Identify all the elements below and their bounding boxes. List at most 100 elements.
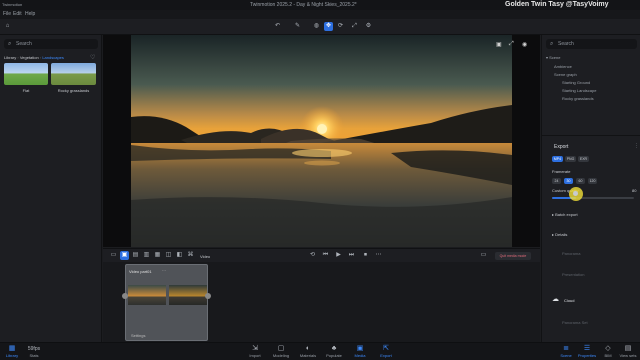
section-panorama[interactable]: Panorama — [562, 251, 580, 256]
select-icon[interactable]: ◍ — [312, 22, 321, 31]
bottom-library-button[interactable]: ▦ Library — [1, 345, 23, 358]
scene-item-rocky[interactable]: Rocky grasslands — [562, 96, 594, 101]
bottom-media-button[interactable]: ▣ Media — [349, 345, 371, 358]
more-icon[interactable]: ⋯ — [374, 251, 383, 260]
scene-item-graph[interactable]: Scene graph — [554, 72, 577, 77]
section-batch-export[interactable]: ▸ Batch export — [552, 212, 578, 217]
timeline: Video part01 ⋯ Settings — [103, 262, 540, 342]
populate-icon: ♣ — [331, 345, 337, 352]
bottom-modeling-button[interactable]: ▢ Modeling — [270, 345, 292, 358]
sequence-icon[interactable]: ▦ — [153, 251, 162, 260]
scene-search[interactable]: ⌕ Search — [546, 39, 637, 49]
bim-icon: ◇ — [605, 345, 611, 352]
bottom-populate-button[interactable]: ♣ Populate — [323, 345, 345, 358]
clip-options-icon[interactable]: ⋯ — [162, 268, 166, 273]
scene-search-placeholder: Search — [558, 41, 574, 47]
framerate-120[interactable]: 120 — [588, 178, 597, 184]
eye-icon[interactable]: ◉ — [522, 41, 527, 48]
format-tab-png[interactable]: PNG — [565, 156, 576, 162]
viewsets-icon: ▤ — [624, 345, 632, 352]
section-cloud[interactable]: Cloud — [564, 298, 574, 303]
scale-icon[interactable]: ⤢ — [350, 22, 359, 31]
video-clip-card[interactable]: Video part01 ⋯ Settings — [125, 264, 208, 341]
scene-item-ground[interactable]: Starting Ground — [562, 80, 590, 85]
link-icon[interactable]: ⌘ — [186, 251, 195, 260]
heart-icon[interactable]: ♡ — [90, 54, 95, 61]
camera-icon[interactable]: ▭ — [109, 251, 118, 260]
export-title: Export — [554, 144, 569, 150]
properties-panel: ⌕ Search ▾ Scene Ambience Scene graph St… — [541, 35, 640, 342]
rotate-icon[interactable]: ⟳ — [336, 22, 345, 31]
breadcrumb-library[interactable]: Library — [4, 55, 16, 60]
bottom-bim-button[interactable]: ◇ BIM — [597, 345, 619, 358]
monitor-icon[interactable]: ▭ — [479, 251, 488, 260]
undo-icon[interactable]: ↶ — [273, 22, 282, 31]
breadcrumb: Library › Vegetation › Landscapes — [4, 55, 64, 60]
framerate-30[interactable]: 30 — [564, 178, 573, 184]
loop-icon[interactable]: ⟲ — [308, 251, 317, 260]
thumbnail-rocky-grasslands[interactable] — [51, 63, 96, 85]
framerate-24[interactable]: 24 — [552, 178, 561, 184]
thumbnail-flat[interactable] — [4, 63, 48, 85]
fullscreen-icon[interactable]: ⤢ — [509, 41, 514, 48]
next-icon[interactable]: ⏭ — [347, 251, 356, 260]
clip-add-left-handle[interactable] — [122, 293, 128, 299]
bottom-materials-button[interactable]: ◐ Materials — [297, 345, 319, 358]
scene-item-landscape[interactable]: Starting Landscape — [562, 88, 596, 93]
bottom-stats[interactable]: 59fps Stats — [23, 345, 45, 358]
home-icon[interactable]: ⌂ — [3, 22, 12, 31]
screenshot-icon[interactable]: ▣ — [496, 41, 502, 48]
menu-edit[interactable]: Edit — [13, 11, 22, 17]
image-icon[interactable]: ▣ — [120, 251, 129, 260]
pen-icon[interactable]: ✎ — [293, 22, 302, 31]
bottom-viewsets-button[interactable]: ▤ View sets — [617, 345, 639, 358]
scene-item-ambience[interactable]: Ambience — [554, 64, 572, 69]
play-icon[interactable]: ▶ — [334, 251, 343, 260]
snap-icon[interactable]: ⚙ — [364, 22, 373, 31]
format-tab-exr[interactable]: EXR — [578, 156, 589, 162]
title-bar: Twinmotion Twinmotion 2025.2 - Day & Nig… — [0, 0, 640, 10]
prev-icon[interactable]: ⏮ — [321, 251, 330, 260]
clip-add-right-handle[interactable] — [205, 293, 211, 299]
quality-slider-thumb[interactable] — [573, 191, 578, 196]
bottom-export-button[interactable]: ⇱ Export — [375, 345, 397, 358]
section-details[interactable]: ▸ Details — [552, 232, 567, 237]
scene-icon: ≣ — [563, 345, 569, 352]
library-search[interactable]: ⌕ Search — [4, 39, 98, 49]
timeline-toolbar: ▭ ▣ ▤ ▥ ▦ ◫ ◧ ⌘ Video ⟲ ⏮ ▶ ⏭ ⏹ ⋯ ▭ Quit… — [103, 248, 540, 262]
import-icon: ⇲ — [252, 345, 258, 352]
bottom-bar: ▦ Library 59fps Stats ⇲ Import ▢ Modeling ◐ M… — [0, 342, 640, 360]
framerate-label: Framerate — [552, 169, 571, 174]
quality-slider-track[interactable] — [552, 197, 634, 199]
clip-settings-label[interactable]: Settings — [131, 333, 145, 338]
clip-title: Video part01 — [129, 269, 152, 274]
properties-icon: ☰ — [583, 345, 591, 352]
bottom-scene-button[interactable]: ≣ Scene — [555, 345, 577, 358]
clip-frame-2[interactable] — [169, 285, 207, 305]
watermark-text: Golden Twin Tasy @TasyVoimy — [505, 1, 609, 8]
phase-icon[interactable]: ◧ — [175, 251, 184, 260]
end-icon[interactable]: ⏹ — [361, 251, 370, 260]
section-panorama-set[interactable]: Panorama Set — [562, 320, 588, 325]
scene-root[interactable]: ▾ Scene — [546, 55, 560, 60]
menu-file[interactable]: File — [3, 11, 11, 17]
clip-frame-1[interactable] — [128, 285, 166, 305]
presentation-icon[interactable]: ◫ — [164, 251, 173, 260]
search-icon: ⌕ — [8, 41, 12, 47]
bottom-properties-button[interactable]: ☰ Properties — [576, 345, 598, 358]
video-icon[interactable]: ▤ — [131, 251, 140, 260]
move-icon[interactable]: ✥ — [324, 22, 333, 31]
modeling-icon: ▢ — [277, 345, 285, 352]
bottom-import-button[interactable]: ⇲ Import — [244, 345, 266, 358]
quit-media-mode-button[interactable]: Quit media mode — [495, 252, 531, 260]
panorama-icon[interactable]: ▥ — [142, 251, 151, 260]
format-tab-mp4[interactable]: MP4 — [552, 156, 563, 162]
render-image[interactable] — [131, 35, 512, 247]
section-presentation[interactable]: Presentation — [562, 272, 584, 277]
menu-help[interactable]: Help — [25, 11, 35, 17]
app-name: Twinmotion — [2, 2, 23, 7]
breadcrumb-vegetation[interactable]: Vegetation — [20, 55, 39, 60]
breadcrumb-landscapes[interactable]: Landscapes — [42, 55, 64, 60]
export-options-icon[interactable]: ⋮ — [634, 143, 639, 149]
framerate-60[interactable]: 60 — [576, 178, 585, 184]
